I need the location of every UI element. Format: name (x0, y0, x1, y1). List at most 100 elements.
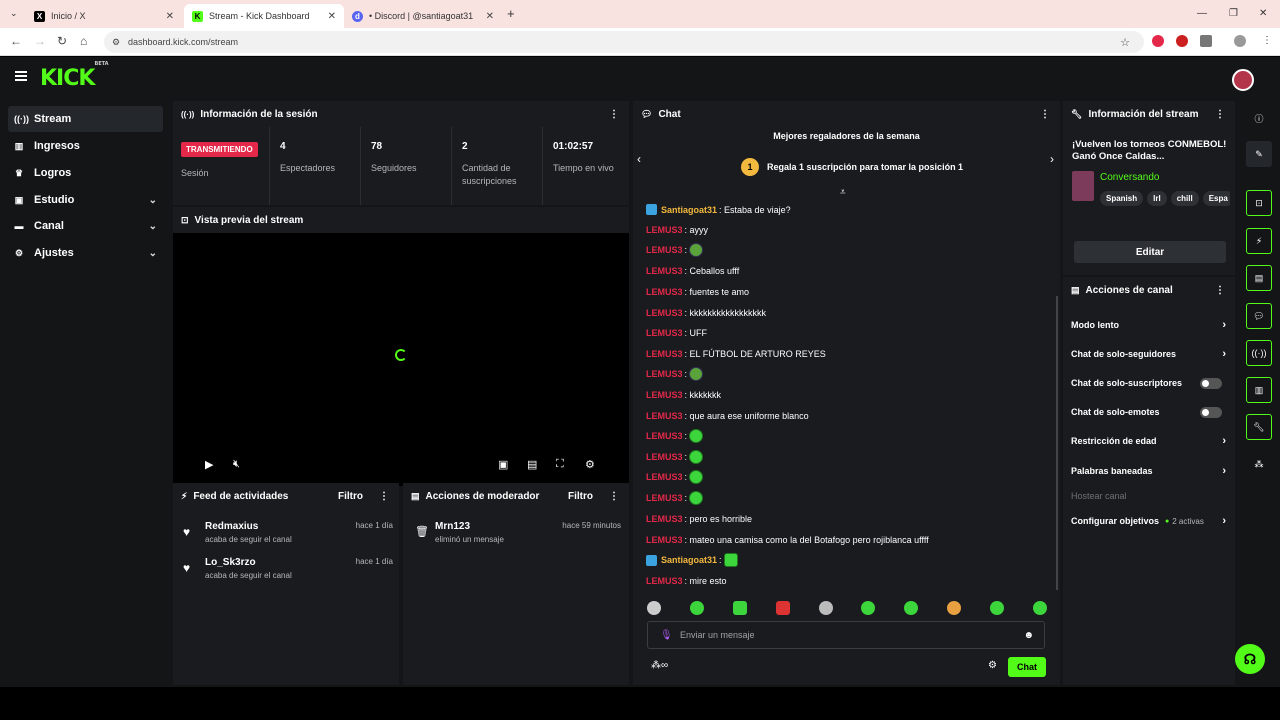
new-tab-icon[interactable]: + (507, 6, 515, 21)
chat-username[interactable]: LEMUS3 (646, 287, 683, 297)
chat-settings-icon[interactable]: ⚙ (988, 660, 997, 671)
more-options-icon[interactable]: ⋮ (1215, 285, 1225, 296)
theater-icon[interactable]: ▤ (527, 458, 537, 471)
chevron-right-icon[interactable]: › (1050, 152, 1054, 166)
chat-username[interactable]: LEMUS3 (646, 225, 683, 235)
chat-username[interactable]: LEMUS3 (646, 308, 683, 318)
chat-username[interactable]: LEMUS3 (646, 328, 683, 338)
stream-icon[interactable]: ((·)) (1246, 340, 1272, 366)
collapse-icon[interactable]: ⩡ (840, 187, 846, 198)
chat-username[interactable]: LEMUS3 (646, 390, 683, 400)
browser-tab-discord[interactable]: d • Discord | @santiagoat31 ✕ (344, 4, 502, 28)
category-name[interactable]: Conversando (1100, 172, 1159, 183)
sidebar-item-canal[interactable]: ▬ Canal ⌄ (8, 213, 163, 239)
lightning-icon[interactable]: ⚡︎ (1246, 228, 1272, 254)
extension-icon[interactable] (1176, 35, 1188, 47)
restore-icon[interactable]: ❐ (1229, 8, 1238, 19)
sidebar-item-stream[interactable]: ((·)) Stream (8, 106, 163, 132)
action-followers-only[interactable]: Chat de solo-seguidores › (1071, 348, 1226, 360)
mute-icon[interactable]: 🔇︎ (233, 458, 240, 471)
extensions-puzzle-icon[interactable] (1200, 35, 1212, 47)
list-icon[interactable]: ▤ (1246, 265, 1272, 291)
action-slow-mode[interactable]: Modo lento › (1071, 319, 1226, 331)
chat-username[interactable]: LEMUS3 (646, 431, 683, 441)
emotes-only-toggle[interactable] (1200, 406, 1222, 418)
wrench-icon[interactable]: 🔧︎ (1246, 414, 1272, 440)
browser-tab-kick[interactable]: K Stream - Kick Dashboard ✕ (184, 4, 344, 28)
chat-username[interactable]: LEMUS3 (646, 369, 683, 379)
emote-icon[interactable] (689, 601, 704, 615)
chat-username[interactable]: LEMUS3 (646, 349, 683, 359)
chat-username[interactable]: Santiagoat31 (661, 205, 717, 215)
close-icon[interactable]: ✕ (166, 11, 174, 22)
chat-message-input[interactable]: 🎙︎ Enviar un mensaje ☻ (647, 621, 1045, 649)
chat-scrollbar[interactable] (1056, 296, 1058, 590)
minimize-icon[interactable]: — (1197, 8, 1207, 19)
community-icon[interactable]: ⁂∞ (651, 660, 668, 671)
preview-icon[interactable]: ⊡ (1246, 190, 1272, 216)
back-icon[interactable]: ← (10, 34, 22, 48)
emote-icon[interactable] (947, 601, 962, 615)
action-banned-words[interactable]: Palabras baneadas › (1071, 465, 1226, 477)
category-thumbnail[interactable] (1072, 171, 1094, 201)
filter-button[interactable]: Filtro (568, 491, 593, 502)
emote-icon[interactable] (818, 601, 833, 615)
chevron-left-icon[interactable]: ‹ (637, 152, 641, 166)
microphone-icon[interactable]: 🎙︎ (660, 630, 673, 641)
community-icon[interactable]: ⁂ (1246, 451, 1272, 477)
browser-menu-icon[interactable]: ⋮ (1262, 35, 1272, 46)
chat-username[interactable]: Santiagoat31 (661, 555, 717, 565)
reload-icon[interactable]: ↻ (57, 34, 67, 48)
site-info-icon[interactable]: ⚙ (112, 37, 120, 48)
emote-icon[interactable] (775, 601, 790, 615)
chat-username[interactable]: LEMUS3 (646, 266, 683, 276)
chat-icon[interactable]: 💬︎ (1246, 303, 1272, 329)
action-goals[interactable]: Configurar objetivos ● 2 activas › (1071, 515, 1226, 527)
browser-tab-x[interactable]: X Inicio / X ✕ (26, 4, 182, 28)
more-options-icon[interactable]: ⋮ (379, 491, 389, 502)
edit-pencil-icon[interactable]: ✎ (1246, 141, 1272, 167)
sidebar-item-estudio[interactable]: ▣ Estudio ⌄ (8, 187, 163, 213)
emote-icon[interactable] (904, 601, 919, 615)
chat-username[interactable]: LEMUS3 (646, 514, 683, 524)
more-options-icon[interactable]: ⋮ (1215, 109, 1225, 120)
close-icon[interactable]: ✕ (328, 11, 336, 22)
support-headset-icon[interactable]: ☊ (1235, 644, 1265, 674)
sidebar-item-logros[interactable]: ♛ Logros (8, 160, 163, 186)
filter-button[interactable]: Filtro (338, 491, 363, 502)
fullscreen-icon[interactable]: ⛶ (556, 458, 564, 471)
window-close-icon[interactable]: ✕ (1259, 8, 1267, 19)
chat-username[interactable]: LEMUS3 (646, 576, 683, 586)
menu-icon[interactable] (15, 71, 27, 81)
send-chat-button[interactable]: Chat (1008, 657, 1046, 677)
emote-icon[interactable] (990, 601, 1004, 615)
edit-button[interactable]: Editar (1074, 241, 1226, 263)
profile-icon[interactable] (1234, 35, 1246, 47)
more-options-icon[interactable]: ⋮ (1040, 109, 1050, 120)
chat-username[interactable]: LEMUS3 (646, 452, 683, 462)
chat-username[interactable]: LEMUS3 (646, 535, 683, 545)
tab-list-icon[interactable]: ⌄ (10, 8, 18, 19)
more-options-icon[interactable]: ⋮ (609, 491, 619, 502)
more-options-icon[interactable]: ⋮ (609, 109, 619, 120)
settings-gear-icon[interactable]: ⚙ (585, 458, 595, 471)
emote-icon[interactable] (861, 601, 876, 615)
emote-icon[interactable] (1032, 601, 1047, 615)
info-icon[interactable]: ⓘ (1246, 105, 1272, 131)
close-icon[interactable]: ✕ (486, 11, 494, 22)
url-input[interactable]: ⚙ dashboard.kick.com/stream ☆ (104, 31, 1144, 53)
emoji-icon[interactable]: ☻ (1023, 630, 1034, 641)
chat-username[interactable]: LEMUS3 (646, 411, 683, 421)
forward-icon[interactable]: → (34, 34, 46, 48)
emote-icon[interactable] (732, 601, 747, 615)
chat-username[interactable]: LEMUS3 (646, 493, 683, 503)
chat-username[interactable]: LEMUS3 (646, 245, 683, 255)
sidebar-item-ingresos[interactable]: ▥ Ingresos (8, 133, 163, 159)
avatar[interactable] (1232, 69, 1254, 91)
bookmark-star-icon[interactable]: ☆ (1120, 36, 1130, 49)
extension-icon[interactable] (1152, 35, 1164, 47)
action-age-restriction[interactable]: Restricción de edad › (1071, 435, 1226, 447)
video-player[interactable]: ▶ 🔇︎ ▣ ▤ ⛶ ⚙ (173, 233, 629, 486)
sidebar-item-ajustes[interactable]: ⚙ Ajustes ⌄ (8, 240, 163, 266)
chat-username[interactable]: LEMUS3 (646, 472, 683, 482)
